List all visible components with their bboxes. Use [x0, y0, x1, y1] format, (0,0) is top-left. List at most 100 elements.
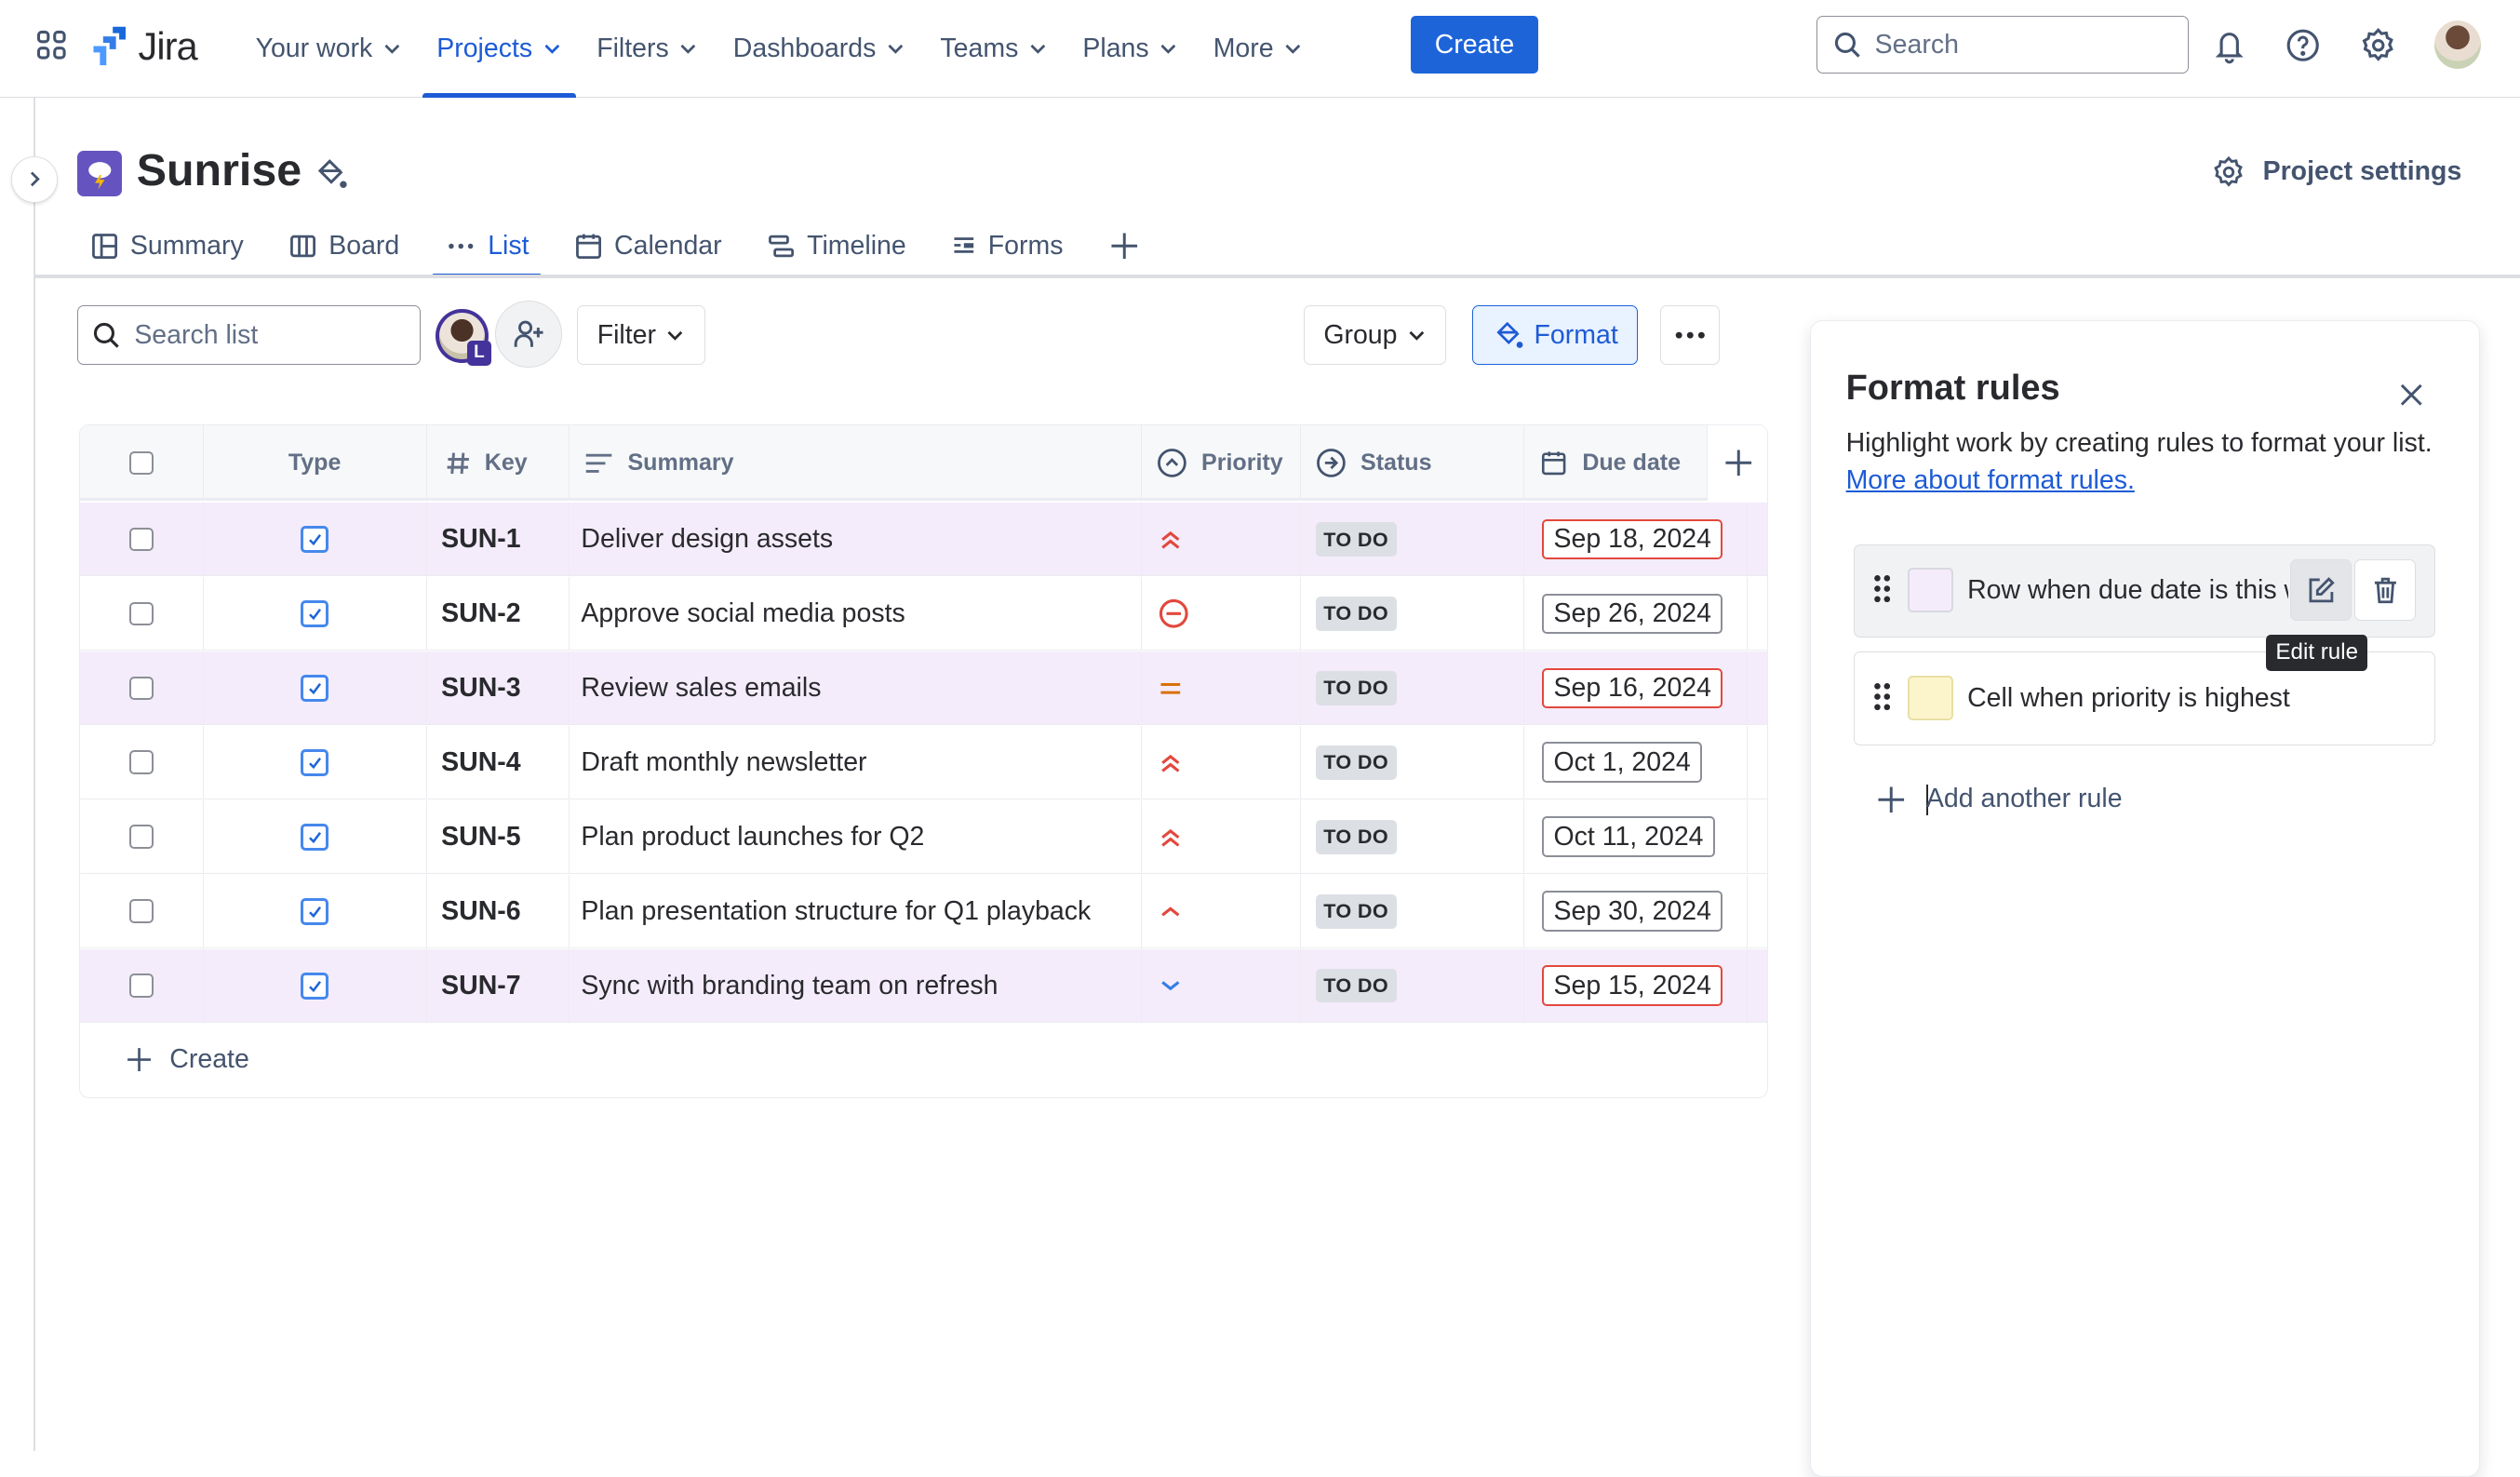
due-date-cell[interactable]: Oct 1, 2024	[1524, 725, 1749, 800]
table-row[interactable]: SUN-7 Sync with branding team on refresh…	[79, 948, 1767, 1024]
status-cell[interactable]: TO DO	[1301, 651, 1525, 726]
expand-sidebar-button[interactable]	[11, 155, 59, 203]
due-date[interactable]: Oct 11, 2024	[1542, 816, 1715, 858]
due-date[interactable]: Sep 26, 2024	[1542, 593, 1723, 635]
column-header-due-date[interactable]: Due date	[1524, 424, 1709, 502]
nav-dashboards[interactable]: Dashboards	[716, 0, 923, 98]
issue-summary[interactable]: Draft monthly newsletter	[581, 747, 866, 778]
row-checkbox[interactable]	[128, 750, 154, 775]
issue-key[interactable]: SUN-6	[441, 896, 520, 927]
issue-key[interactable]: SUN-1	[441, 524, 520, 555]
jira-logo[interactable]: Jira	[90, 24, 198, 69]
add-rule-button[interactable]: Add another rule	[1875, 784, 2123, 816]
row-checkbox[interactable]	[128, 676, 154, 701]
filter-button[interactable]: Filter	[576, 305, 705, 366]
tab-calendar[interactable]: Calendar	[561, 215, 734, 276]
group-button[interactable]: Group	[1303, 305, 1447, 366]
priority-cell[interactable]	[1142, 874, 1302, 949]
row-checkbox[interactable]	[128, 973, 154, 999]
summary-cell[interactable]: Review sales emails	[570, 651, 1143, 726]
status-cell[interactable]: TO DO	[1301, 502, 1525, 577]
tab-board[interactable]: Board	[275, 215, 412, 276]
key-cell[interactable]: SUN-7	[427, 948, 570, 1024]
project-settings-button[interactable]: Project settings	[2211, 154, 2461, 190]
table-row[interactable]: SUN-5 Plan product launches for Q2 TO DO…	[79, 799, 1767, 875]
app-switcher-icon[interactable]	[35, 29, 68, 61]
due-date[interactable]: Sep 15, 2024	[1542, 965, 1723, 1007]
due-date-cell[interactable]: Oct 11, 2024	[1524, 799, 1749, 875]
status-cell[interactable]: TO DO	[1301, 576, 1525, 651]
key-cell[interactable]: SUN-3	[427, 651, 570, 726]
tab-summary[interactable]: Summary	[77, 215, 257, 276]
status-lozenge[interactable]: TO DO	[1315, 820, 1397, 854]
assignee-avatar-filter[interactable]: L	[436, 308, 491, 367]
issue-key[interactable]: SUN-3	[441, 673, 520, 704]
format-rule-item[interactable]: Row when due date is this week	[1854, 544, 2436, 638]
format-rules-help-link[interactable]: More about format rules.	[1846, 465, 2135, 495]
due-date[interactable]: Oct 1, 2024	[1542, 742, 1703, 784]
help-icon[interactable]	[2284, 26, 2322, 64]
issue-summary[interactable]: Sync with branding team on refresh	[581, 971, 998, 1001]
delete-rule-button[interactable]	[2354, 559, 2416, 621]
row-checkbox[interactable]	[128, 527, 154, 552]
issue-key[interactable]: SUN-5	[441, 822, 520, 853]
due-date[interactable]: Sep 18, 2024	[1542, 518, 1723, 560]
nav-your-work[interactable]: Your work	[238, 0, 420, 98]
due-date[interactable]: Sep 30, 2024	[1542, 891, 1723, 933]
status-lozenge[interactable]: TO DO	[1315, 745, 1397, 780]
issue-key[interactable]: SUN-4	[441, 747, 520, 778]
nav-teams[interactable]: Teams	[922, 0, 1065, 98]
add-column-button[interactable]	[1708, 424, 1767, 502]
user-avatar[interactable]	[2434, 20, 2482, 70]
edit-rule-button[interactable]	[2290, 559, 2352, 621]
more-actions-button[interactable]	[1659, 305, 1720, 366]
tab-list[interactable]: List	[431, 215, 543, 278]
issue-summary[interactable]: Approve social media posts	[581, 598, 905, 629]
table-row[interactable]: SUN-2 Approve social media posts TO DO S…	[79, 576, 1767, 651]
column-header-status[interactable]: Status	[1301, 424, 1525, 502]
key-cell[interactable]: SUN-2	[427, 576, 570, 651]
priority-cell[interactable]	[1142, 502, 1302, 577]
settings-icon[interactable]	[2359, 26, 2397, 64]
priority-cell[interactable]	[1142, 799, 1302, 875]
table-row[interactable]: SUN-1 Deliver design assets TO DO Sep 18…	[79, 502, 1767, 577]
close-icon[interactable]	[2395, 379, 2428, 411]
row-checkbox[interactable]	[128, 601, 154, 626]
column-header-key[interactable]: Key	[427, 424, 570, 502]
drag-handle-icon[interactable]	[1874, 682, 1891, 711]
table-row[interactable]: SUN-3 Review sales emails TO DO Sep 16, …	[79, 651, 1767, 726]
tab-forms[interactable]: Forms	[938, 215, 1076, 276]
column-header-summary[interactable]: Summary	[570, 424, 1143, 502]
table-row[interactable]: SUN-4 Draft monthly newsletter TO DO Oct…	[79, 725, 1767, 800]
due-date-cell[interactable]: Sep 18, 2024	[1524, 502, 1749, 577]
due-date-cell[interactable]: Sep 30, 2024	[1524, 874, 1749, 949]
status-lozenge[interactable]: TO DO	[1315, 671, 1397, 705]
nav-projects[interactable]: Projects	[419, 0, 579, 99]
issue-key[interactable]: SUN-7	[441, 971, 520, 1001]
format-button[interactable]: Format	[1471, 305, 1639, 366]
key-cell[interactable]: SUN-5	[427, 799, 570, 875]
notifications-icon[interactable]	[2210, 26, 2248, 64]
select-all-checkbox[interactable]	[128, 450, 154, 476]
nav-more[interactable]: More	[1196, 0, 1320, 98]
create-issue-button[interactable]: Create	[125, 1044, 249, 1075]
issue-summary[interactable]: Review sales emails	[581, 673, 821, 704]
tab-timeline[interactable]: Timeline	[754, 215, 918, 276]
priority-cell[interactable]	[1142, 651, 1302, 726]
due-date[interactable]: Sep 16, 2024	[1542, 667, 1723, 709]
status-cell[interactable]: TO DO	[1301, 799, 1525, 875]
status-lozenge[interactable]: TO DO	[1315, 597, 1397, 631]
key-cell[interactable]: SUN-4	[427, 725, 570, 800]
drag-handle-icon[interactable]	[1874, 574, 1891, 603]
row-checkbox[interactable]	[128, 899, 154, 924]
add-people-button[interactable]	[494, 300, 563, 369]
priority-cell[interactable]	[1142, 725, 1302, 800]
status-cell[interactable]: TO DO	[1301, 725, 1525, 800]
issue-summary[interactable]: Plan product launches for Q2	[581, 822, 924, 853]
create-button[interactable]: Create	[1411, 16, 1538, 74]
summary-cell[interactable]: Sync with branding team on refresh	[570, 948, 1143, 1024]
summary-cell[interactable]: Plan presentation structure for Q1 playb…	[570, 874, 1143, 949]
key-cell[interactable]: SUN-1	[427, 502, 570, 577]
search-list-input[interactable]: Search list	[76, 305, 422, 366]
issue-summary[interactable]: Deliver design assets	[581, 524, 833, 555]
